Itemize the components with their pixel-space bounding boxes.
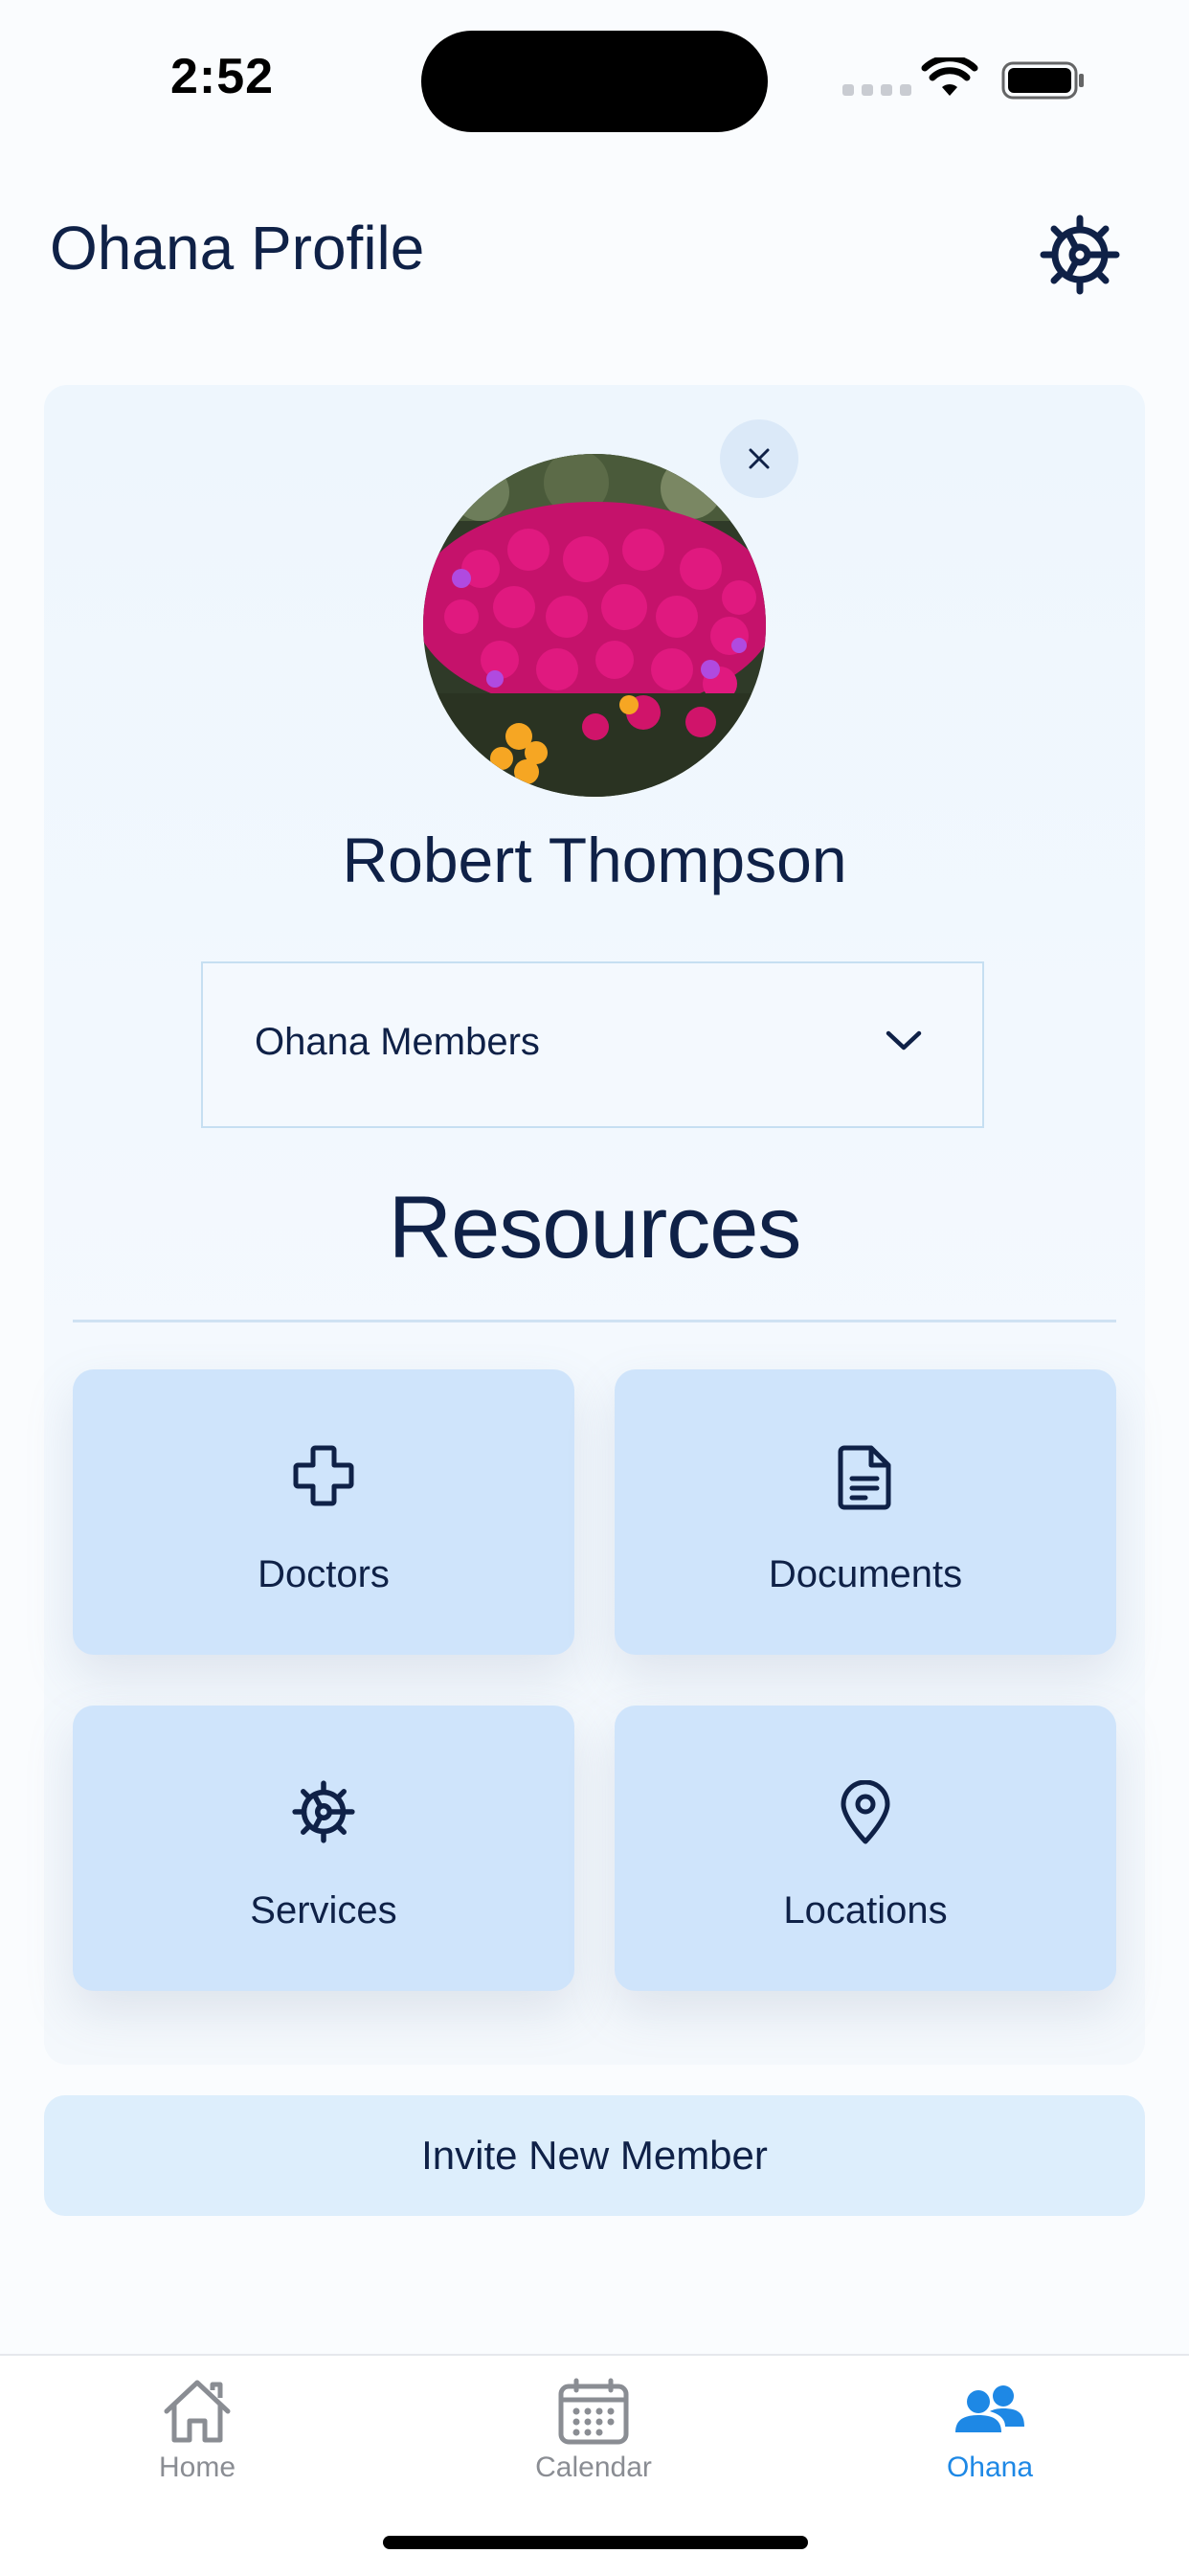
tab-label: Ohana [946,2452,1034,2483]
tab-home[interactable]: Home [101,2377,293,2484]
cellular-signal-icon [842,84,911,96]
gear-icon [1040,215,1120,295]
close-icon [749,448,770,469]
locations-tile[interactable]: Locations [615,1706,1116,1991]
services-tile[interactable]: Services [73,1706,574,1991]
map-pin-icon [841,1780,890,1844]
tile-label: Doctors [258,1553,390,1595]
page-title: Ohana Profile [50,214,425,282]
gear-icon [292,1780,355,1843]
tile-label: Documents [768,1553,963,1595]
calendar-icon [558,2378,629,2445]
avatar[interactable] [423,454,766,797]
profile-name: Robert Thompson [342,825,847,895]
wifi-icon [921,57,978,96]
settings-button[interactable] [1034,209,1126,301]
invite-new-member-button[interactable]: Invite New Member [44,2095,1145,2216]
resources-heading: Resources [388,1179,802,1277]
documents-tile[interactable]: Documents [615,1369,1116,1655]
tile-label: Services [250,1889,397,1932]
home-indicator [383,2536,808,2549]
tab-ohana[interactable]: Ohana [894,2377,1086,2484]
status-bar: 2:52 [0,0,1189,153]
divider [73,1320,1116,1322]
status-time: 2:52 [170,49,275,104]
doctors-tile[interactable]: Doctors [73,1369,574,1655]
dynamic-island [421,31,768,132]
tab-label: Calendar [535,2452,652,2483]
dropdown-selected-value: Ohana Members [255,1021,540,1063]
chevron-down-icon [886,1030,922,1051]
ohana-members-dropdown[interactable]: Ohana Members [201,961,984,1128]
document-icon [838,1445,891,1510]
flower-photo [423,454,766,797]
tab-label: Home [158,2452,236,2483]
battery-icon [1001,61,1084,100]
home-icon [164,2380,231,2443]
people-icon [955,2385,1024,2432]
tab-calendar[interactable]: Calendar [498,2377,689,2484]
remove-avatar-button[interactable] [720,419,798,498]
tile-label: Locations [783,1889,948,1932]
plus-cross-icon [293,1445,354,1506]
